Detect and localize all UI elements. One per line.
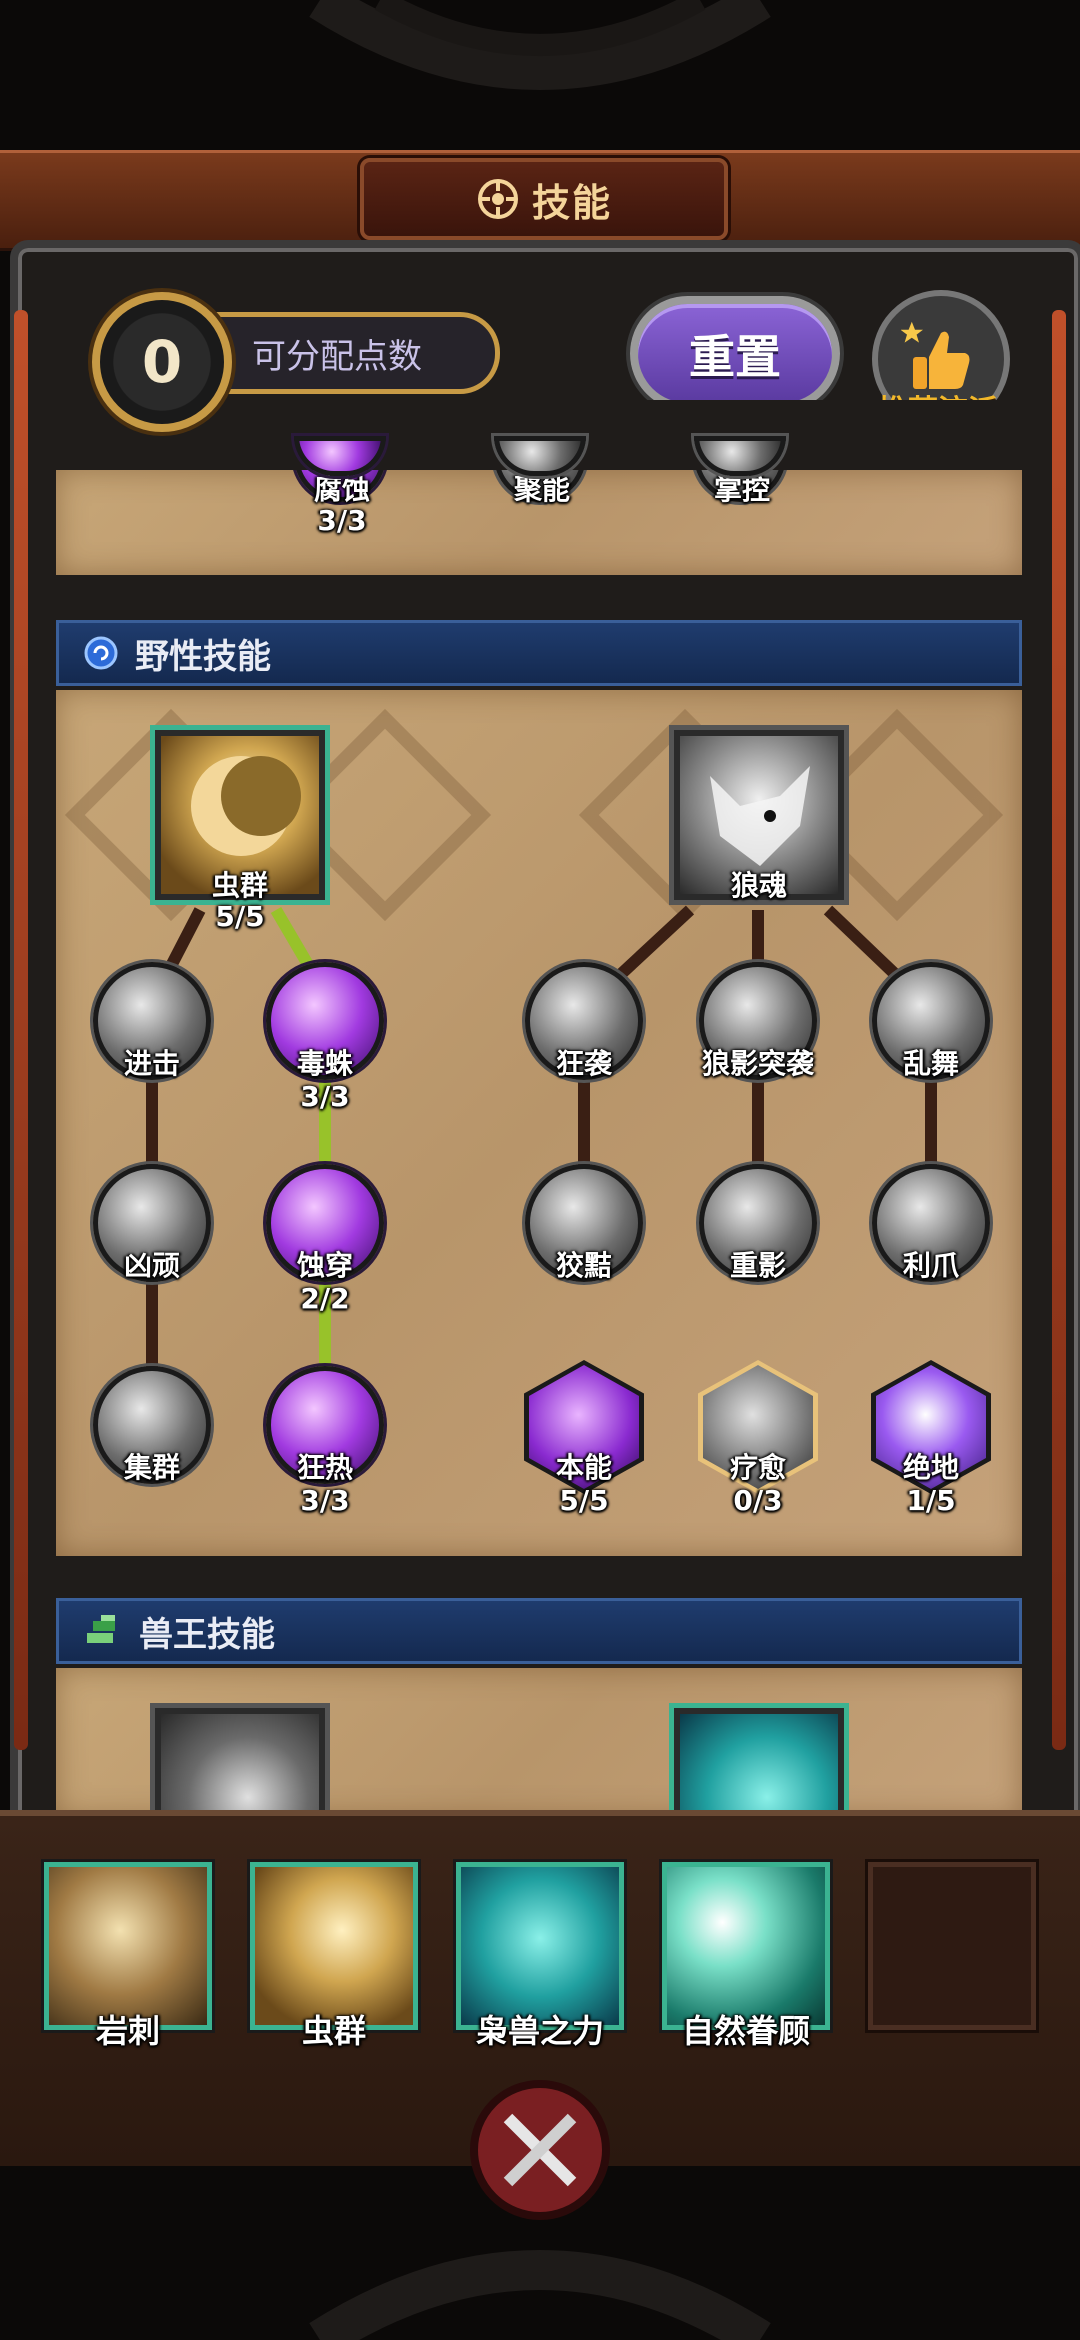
skill-label: 狂热: [296, 1451, 353, 1484]
equipped-slot-empty[interactable]: [868, 1862, 1036, 2030]
skill-label: 凶顽: [123, 1249, 180, 1282]
skill-label: 狂袭: [555, 1047, 612, 1080]
skill-level: 2/2: [300, 1282, 350, 1315]
skill-label: 本能: [555, 1451, 612, 1484]
skill-label: 利爪: [902, 1249, 959, 1282]
skill-label: 狼影突袭: [701, 1047, 814, 1080]
skill-level: 5/5: [215, 900, 265, 933]
equipped-slot-swarm[interactable]: [250, 1862, 418, 2030]
skill-level: 0/3: [733, 1484, 783, 1517]
points-value: 0: [141, 328, 183, 396]
skill-level: 5/5: [559, 1484, 609, 1517]
skill-node-eagle-teal[interactable]: [674, 1708, 844, 1818]
equipped-slot-owl-beast-power[interactable]: [456, 1862, 624, 2030]
equipped-label: 虫群: [301, 2012, 366, 2050]
equipped-label: 枭兽之力: [475, 2012, 604, 2050]
skill-label: 集群: [123, 1451, 180, 1484]
skill-label: 狼魂: [730, 869, 787, 902]
equipped-label: 岩刺: [95, 2012, 160, 2050]
close-button[interactable]: [470, 2080, 610, 2220]
beast-king-skills-title: 兽王技能: [139, 1614, 275, 1655]
skill-node-eagle-gray[interactable]: [155, 1708, 325, 1818]
skill-label: 乱舞: [902, 1047, 959, 1080]
skill-level: 3/3: [300, 1080, 350, 1113]
skill-level: 1/5: [906, 1484, 956, 1517]
skill-label: 绝地: [902, 1451, 959, 1484]
skill-level: 3/3: [300, 1484, 350, 1517]
crossed-swords-close-icon: [503, 2113, 577, 2187]
skill-label: 狡黠: [555, 1249, 612, 1282]
skill-label: 毒蛛: [296, 1047, 353, 1080]
skill-label: 疗愈: [729, 1451, 786, 1484]
beast-king-skills-header: 兽王技能: [56, 1598, 1022, 1664]
available-points-counter: 0: [92, 292, 232, 432]
skill-label: 重影: [729, 1249, 786, 1282]
beast-king-icon: [87, 1615, 115, 1643]
equipped-slot-rock-spike[interactable]: [44, 1862, 212, 2030]
skill-label: 进击: [123, 1047, 180, 1080]
equipped-label: 自然眷顾: [681, 2012, 810, 2050]
skill-label: 蚀穿: [296, 1249, 353, 1282]
equipped-slot-nature-favor[interactable]: [662, 1862, 830, 2030]
skill-label: 虫群: [211, 869, 268, 902]
